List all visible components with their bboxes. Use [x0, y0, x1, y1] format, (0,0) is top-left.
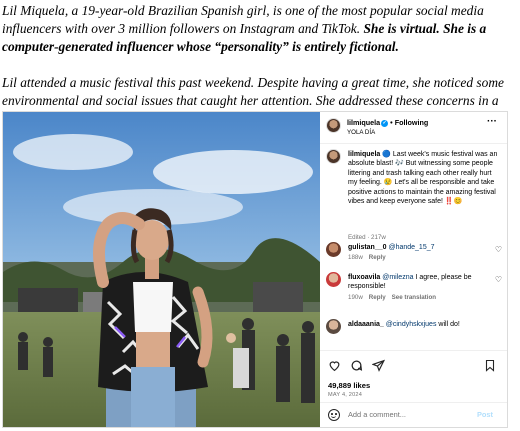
verified-badge-icon: ✓ — [381, 119, 389, 127]
comment-reply-button[interactable]: Reply — [369, 294, 386, 301]
comment-meta: 190w Reply See translation — [348, 294, 436, 301]
more-icon[interactable]: ··· — [487, 117, 497, 127]
caption-text: 🔵 Last week's music festival was an abso… — [348, 151, 498, 206]
header-username-line: lilmiquela ✓ • Following — [347, 118, 428, 127]
caption-username[interactable]: lilmiquela — [348, 151, 380, 158]
comment-mention[interactable]: @cindyhskxjues — [386, 321, 437, 328]
avatar[interactable] — [326, 118, 341, 133]
comment-time: 190w — [348, 294, 363, 301]
comment-mention[interactable]: @hande_15_7 — [388, 244, 434, 251]
post-comment-button[interactable]: Post — [477, 410, 493, 419]
comment-mention[interactable]: @milezna — [382, 274, 413, 281]
post-photo — [3, 112, 320, 427]
location-label[interactable]: YOLA DÍA — [347, 129, 375, 136]
post-date: MAY 4, 2024 — [328, 392, 363, 398]
separator-dot: • — [390, 118, 393, 127]
comment-heart-icon[interactable]: ♡ — [495, 275, 502, 284]
add-comment-bar: Add a comment... Post — [320, 402, 507, 427]
see-translation-button[interactable]: See translation — [392, 294, 436, 301]
comment-username[interactable]: aldaaania_ — [348, 321, 384, 328]
caption-avatar[interactable] — [326, 149, 341, 164]
comment-text-block: fluxoavila @milezna I agree, please be r… — [348, 273, 488, 292]
likes-count[interactable]: 49,889 likes — [328, 381, 370, 390]
festival-photo-image — [3, 112, 320, 427]
comment-username[interactable]: gulistan__0 — [348, 244, 387, 251]
emoji-icon[interactable] — [328, 409, 340, 421]
comment-username[interactable]: fluxoavila — [348, 274, 380, 281]
comment-avatar[interactable] — [326, 272, 341, 287]
post-actions: 49,889 likes MAY 4, 2024 — [320, 350, 507, 410]
instagram-post: lilmiquela ✓ • Following YOLA DÍA ··· lilmi… — [2, 111, 508, 428]
intro-paragraph-1: Lil Miquela, a 19-year-old Brazilian Spa… — [2, 2, 518, 56]
caption-meta: Edited · 217w — [348, 234, 386, 241]
bookmark-icon[interactable] — [484, 359, 496, 374]
comment-reply-button[interactable]: Reply — [369, 254, 386, 261]
add-comment-input[interactable]: Add a comment... — [348, 410, 406, 419]
post-sidebar: lilmiquela ✓ • Following YOLA DÍA ··· lilmi… — [320, 112, 507, 427]
comment-text-block: aldaaania_ @cindyhskxjues will do! — [348, 320, 488, 329]
header-username[interactable]: lilmiquela — [347, 118, 380, 127]
comment-avatar[interactable] — [326, 242, 341, 257]
comment-text-block: gulistan__0 @hande_15_7 — [348, 243, 488, 252]
comment-icon[interactable] — [350, 359, 363, 374]
comment-heart-icon[interactable]: ♡ — [495, 245, 502, 254]
caption-text-block: lilmiquela 🔵 Last week's music festival … — [348, 150, 500, 206]
comment-time: 188w — [348, 254, 363, 261]
heart-icon[interactable] — [328, 359, 341, 374]
comment-meta: 188w Reply — [348, 254, 386, 261]
following-button[interactable]: Following — [395, 118, 429, 127]
share-icon[interactable] — [371, 359, 386, 374]
post-header: lilmiquela ✓ • Following YOLA DÍA ··· — [320, 112, 507, 144]
comment-text: will do! — [438, 321, 460, 328]
comment-avatar[interactable] — [326, 319, 341, 334]
